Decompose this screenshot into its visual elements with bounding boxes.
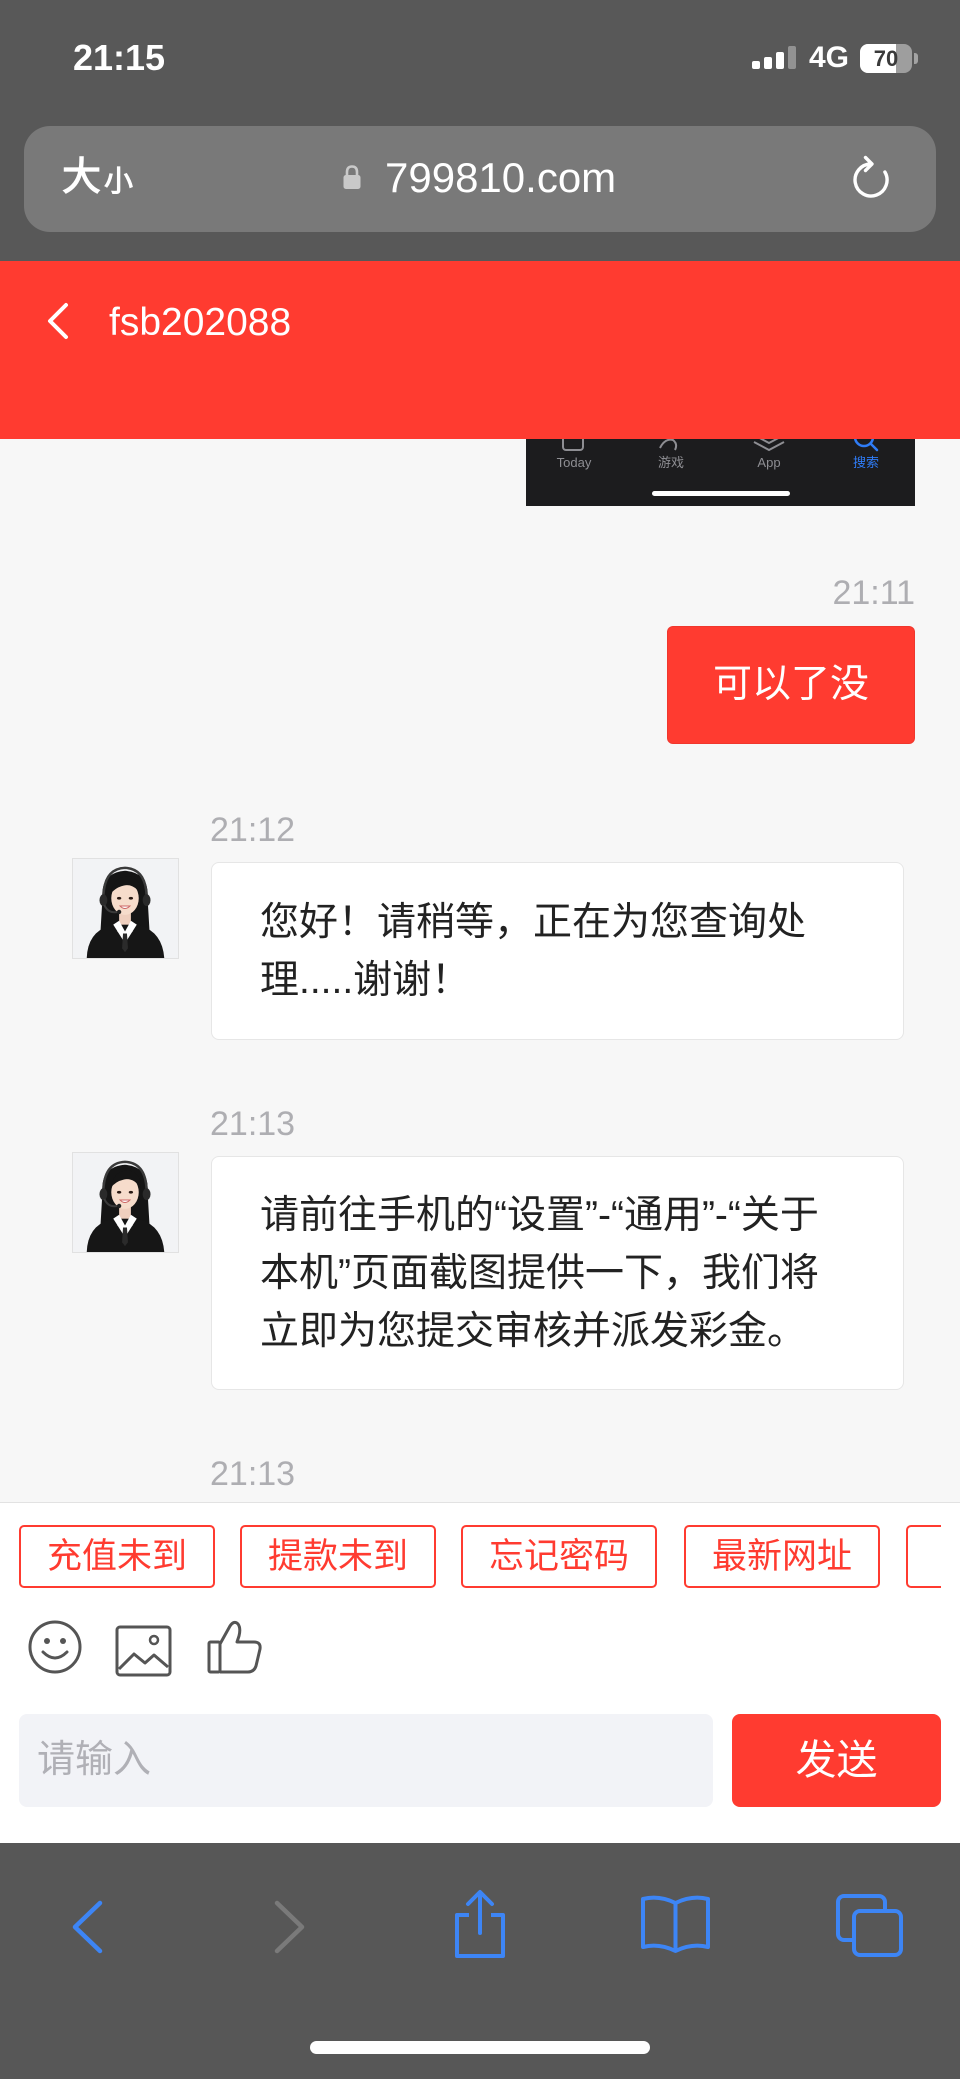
quick-reply-button[interactable]: 最新网址 — [684, 1525, 880, 1588]
quick-reply-button[interactable]: 忘记密码 — [461, 1525, 657, 1588]
message-text-line: 本机”页面截图提供一下，我们将 — [260, 1252, 819, 1295]
status-time: 21:15 — [73, 37, 166, 78]
network-type: 4G — [809, 41, 850, 74]
tabs-icon[interactable] — [835, 1893, 904, 1958]
composer-panel: 充值未到 提款未到 忘记密码 最新网址 发送 — [0, 1502, 960, 1843]
incoming-message-bubble: 您好！请稍等，正在为您查询处 理.....谢谢！ — [211, 862, 904, 1040]
chevron-left-icon[interactable] — [69, 1899, 105, 1955]
message-timestamp: 21:13 — [210, 1105, 296, 1143]
message-text-line: 请前往手机的“设置”-“通用”-“关于 — [260, 1194, 819, 1237]
battery-terminal — [914, 53, 918, 64]
quick-reply-button[interactable]: 提款未到 — [240, 1525, 436, 1588]
agent-avatar — [72, 858, 179, 959]
reload-icon[interactable] — [849, 152, 893, 202]
message-timestamp: 21:12 — [210, 811, 296, 849]
smiley-icon[interactable] — [27, 1619, 83, 1675]
signal-bar — [788, 46, 796, 69]
home-indicator — [310, 2041, 650, 2054]
agent-avatar — [72, 1152, 179, 1253]
signal-bar — [764, 57, 772, 69]
chevron-left-icon[interactable] — [46, 302, 70, 340]
sent-screenshot-image[interactable]: Today 游戏 App 搜索 — [526, 439, 915, 506]
browser-top-chrome: 21:15 4G 70 大 小 799810.com — [0, 0, 960, 261]
text-size-large-label: 大 — [62, 156, 102, 199]
quick-reply-bar[interactable]: 充值未到 提款未到 忘记密码 最新网址 — [19, 1525, 941, 1588]
chevron-right-icon[interactable] — [272, 1899, 308, 1955]
image-icon[interactable] — [115, 1625, 172, 1677]
address-bar[interactable]: 大 小 799810.com — [24, 126, 936, 232]
message-text-line: 立即为您提交审核并派发彩金。 — [260, 1310, 807, 1353]
text-size-small-label: 小 — [104, 166, 134, 198]
text-size-button[interactable]: 大 小 — [62, 154, 133, 200]
battery-icon: 70 — [860, 44, 912, 73]
quick-reply-button-partial[interactable] — [906, 1525, 941, 1588]
outgoing-message-bubble: 可以了没 — [667, 626, 915, 744]
url-text[interactable]: 799810.com — [385, 153, 616, 203]
thumbs-up-icon[interactable] — [206, 1618, 263, 1675]
incoming-message-bubble: 请前往手机的“设置”-“通用”-“关于 本机”页面截图提供一下，我们将 立即为您… — [211, 1156, 904, 1390]
bookmarks-icon[interactable] — [639, 1893, 712, 1955]
browser-toolbar — [0, 1843, 960, 2079]
chat-messages[interactable]: Today 游戏 App 搜索 21:11 可以了没 21:12 您好！请稍等，… — [0, 439, 960, 1502]
battery-percent: 70 — [873, 46, 899, 71]
chat-header: fsb202088 — [0, 261, 960, 439]
signal-bar — [752, 61, 760, 69]
lock-icon — [342, 164, 362, 191]
message-input[interactable] — [19, 1714, 713, 1807]
cellular-signal-icon — [752, 46, 796, 69]
signal-bar — [776, 52, 784, 69]
send-button[interactable]: 发送 — [732, 1714, 941, 1807]
image-tab-label: App — [757, 455, 781, 470]
message-text-line: 理.....谢谢！ — [260, 959, 471, 1002]
image-home-indicator — [652, 491, 790, 496]
quick-reply-button[interactable]: 充值未到 — [19, 1525, 215, 1588]
image-tab-label: 游戏 — [657, 455, 685, 470]
image-tab-label: Today — [556, 455, 592, 470]
message-text-line: 您好！请稍等，正在为您查询处 — [260, 901, 807, 944]
message-text: 可以了没 — [712, 663, 869, 706]
image-tab-label: 搜索 — [852, 455, 880, 470]
message-timestamp: 21:11 — [832, 574, 915, 612]
page-title: fsb202088 — [109, 301, 292, 344]
share-icon[interactable] — [451, 1888, 509, 1960]
message-timestamp: 21:13 — [210, 1455, 296, 1493]
